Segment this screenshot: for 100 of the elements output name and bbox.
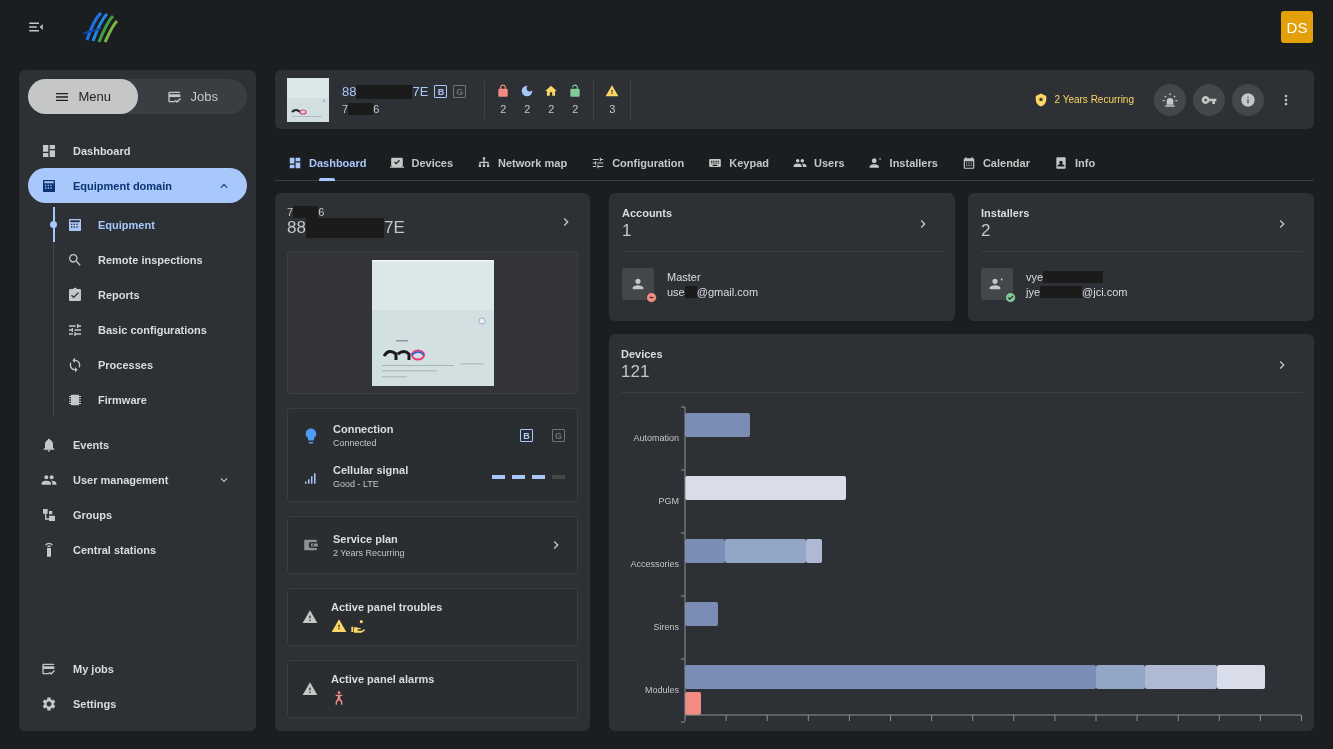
- nav-item[interactable]: Equipment domain: [28, 168, 247, 203]
- person-icon: [630, 276, 646, 292]
- partition-count: 2: [572, 103, 579, 115]
- clipboard-check-icon: [67, 286, 83, 303]
- nav-subitem[interactable]: Firmware: [54, 382, 247, 417]
- nav-item[interactable]: Dashboard: [28, 133, 247, 168]
- tab[interactable]: Dashboard: [288, 145, 367, 180]
- bar: [685, 413, 750, 437]
- bell-icon: [41, 436, 57, 453]
- hierarchy-icon: [41, 506, 57, 523]
- warning-icon: [302, 681, 318, 697]
- service-plan-value: 2 Years Recurring: [333, 547, 405, 558]
- tab[interactable]: Keypad: [708, 145, 769, 180]
- card-title: Devices: [621, 348, 663, 360]
- service-plan-title: Service plan: [333, 532, 399, 545]
- dashboard-icon: [288, 155, 302, 170]
- siren-button[interactable]: [1154, 83, 1186, 116]
- user-email: use: [667, 285, 685, 298]
- redaction-bar: [684, 285, 697, 298]
- service-plan-label: 2 Years Recurring: [1054, 94, 1134, 105]
- partition-count: 2: [500, 103, 507, 115]
- card-count: 121: [621, 362, 651, 382]
- card-title: Accounts: [622, 207, 673, 219]
- channel-badge: G: [453, 85, 467, 98]
- nav-item[interactable]: Central stations: [28, 532, 247, 567]
- nav-item[interactable]: User management: [28, 462, 247, 497]
- nav-subitem[interactable]: Remote inspections: [54, 242, 247, 277]
- tab[interactable]: Calendar: [961, 145, 1030, 180]
- category-label: Sirens: [653, 622, 679, 632]
- redaction-bar: [1040, 285, 1083, 298]
- nav-item[interactable]: Events: [28, 427, 247, 462]
- switch-option[interactable]: Jobs: [137, 79, 247, 114]
- tab[interactable]: Info: [1053, 145, 1096, 180]
- tab[interactable]: Installers: [868, 145, 938, 180]
- search-icon: [67, 251, 83, 268]
- user-email: jye: [1026, 285, 1041, 298]
- tab[interactable]: Users: [793, 145, 845, 180]
- laptop-check-icon: [390, 155, 405, 170]
- contact-card-icon: [1053, 155, 1068, 170]
- info-button[interactable]: [1232, 83, 1264, 116]
- switch-option[interactable]: Menu: [28, 79, 138, 114]
- sync-icon: [67, 356, 83, 373]
- warning-icon: [605, 84, 620, 98]
- nav-subitem[interactable]: Processes: [54, 347, 247, 382]
- hand-gear-icon: [350, 617, 366, 634]
- person-gear-icon: [989, 276, 1005, 292]
- sliders-icon: [591, 155, 606, 170]
- nav-item[interactable]: Groups: [28, 497, 247, 532]
- card-count: 2: [981, 221, 992, 241]
- settings-icon: [41, 695, 57, 712]
- warning-icon: [331, 617, 347, 634]
- user-email: @jci.com: [1082, 285, 1128, 298]
- signal-status: Good - LTE: [333, 479, 380, 489]
- nav-item[interactable]: My jobs: [28, 651, 247, 686]
- category-label: Automation: [633, 433, 679, 443]
- panel-header: 88 7E B G 7 6 2 2 2 2 3 2 Years Recurring: [275, 70, 1314, 129]
- card-count: 1: [622, 221, 633, 241]
- trouble-count: 3: [609, 103, 616, 115]
- calculator-icon: [67, 216, 83, 233]
- redaction-bar: [348, 103, 374, 115]
- partition-count: 2: [548, 103, 555, 115]
- calendar-icon: [961, 155, 976, 170]
- siren-icon: [1162, 91, 1178, 108]
- redaction-bar: [1043, 270, 1104, 283]
- tab[interactable]: Network map: [477, 145, 568, 180]
- bar: [685, 602, 718, 626]
- connection-status: Connected: [333, 438, 378, 448]
- nav-item[interactable]: Settings: [28, 686, 247, 721]
- tab[interactable]: Devices: [390, 145, 454, 180]
- person-gear-icon: [868, 155, 883, 170]
- category-label: PGM: [658, 496, 679, 506]
- connection-title: Connection: [333, 423, 394, 435]
- partition-count: 2: [524, 103, 531, 115]
- user-name: vye: [1026, 270, 1044, 283]
- logo-icon: [81, 10, 121, 44]
- selection-marker: [50, 221, 57, 228]
- user-email: @gmail.com: [696, 285, 759, 298]
- nav-subitem[interactable]: Basic configurations: [54, 312, 247, 347]
- network-icon: [477, 155, 492, 170]
- shield-star-icon: [1033, 92, 1048, 107]
- warning-icon: [302, 609, 318, 625]
- calculator-icon: [41, 177, 57, 194]
- alarms-title: Active panel alarms: [331, 672, 435, 685]
- channel-badge: G: [552, 429, 565, 442]
- info-icon: [1240, 91, 1256, 108]
- channel-badge: B: [434, 85, 448, 98]
- nav-subitem[interactable]: Equipment: [54, 207, 247, 242]
- tab[interactable]: Configuration: [591, 145, 685, 180]
- user-role: Master: [667, 270, 701, 283]
- category-label: Accessories: [630, 559, 679, 569]
- channel-badge: B: [520, 429, 533, 442]
- sliders-icon: [67, 321, 83, 338]
- service-plan-row[interactable]: Service plan 2 Years Recurring: [287, 516, 578, 574]
- category-label: Modules: [644, 685, 679, 695]
- signal-title: Cellular signal: [333, 464, 409, 476]
- redaction-bar: [356, 84, 413, 99]
- key-button[interactable]: [1193, 83, 1225, 116]
- nav-subitem[interactable]: Reports: [54, 277, 247, 312]
- panel-card: 7 6 88 7E Connection Connected B G Cellular signal Good - LTE Service plan 2 Years Recurring Active panel troubles Active panel alarms: [275, 193, 590, 731]
- dashboard-icon: [41, 142, 57, 159]
